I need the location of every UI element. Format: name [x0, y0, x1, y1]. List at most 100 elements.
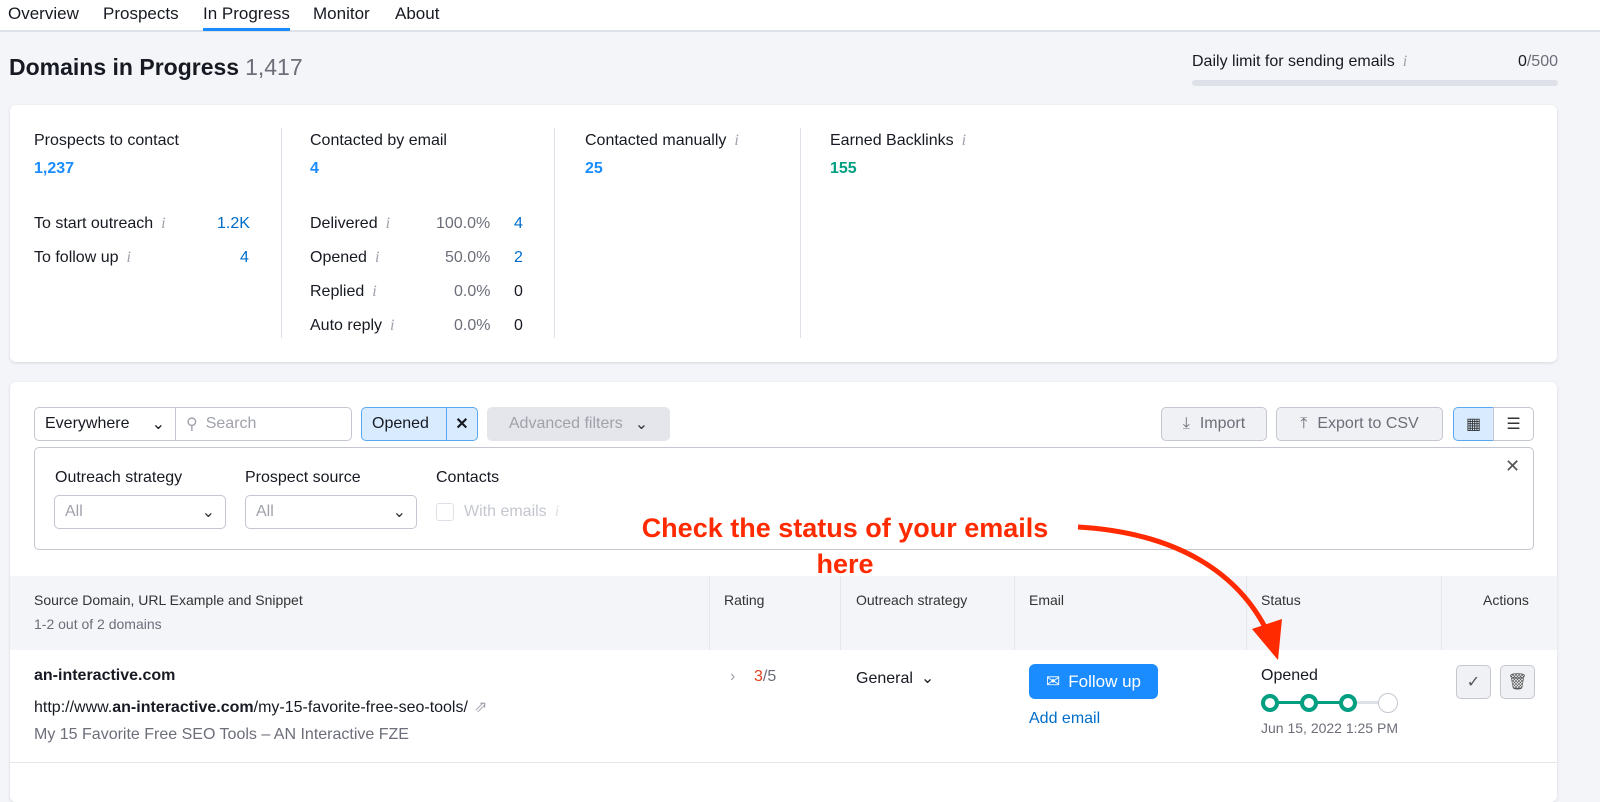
status-step-pending [1378, 693, 1398, 713]
info-icon[interactable]: i [127, 249, 131, 266]
tab-in-progress[interactable]: In Progress [203, 4, 290, 31]
mark-done-icon[interactable]: ✓ [1456, 665, 1491, 699]
follow-up-value[interactable]: 4 [240, 249, 249, 267]
auto-reply-value: 0 [514, 317, 523, 334]
delivered-value[interactable]: 4 [514, 215, 523, 233]
source-filter-value: All [256, 503, 274, 520]
with-emails-checkbox[interactable]: With emails i [436, 503, 559, 521]
external-link-icon[interactable]: ⇗ [474, 699, 487, 716]
delivered-label: Delivered [310, 215, 378, 232]
start-outreach-label: To start outreach [34, 215, 154, 232]
trash-icon[interactable]: 🗑 [1500, 665, 1535, 699]
daily-limit: Daily limit for sending emails i 0/500 [1192, 53, 1558, 86]
advanced-label: Advanced filters [508, 415, 623, 432]
auto-reply-pct: 0.0% [454, 317, 491, 334]
manual-label: Contacted manually [585, 132, 727, 149]
backlinks-label: Earned Backlinks [830, 132, 954, 149]
prospects-value[interactable]: 1,237 [34, 160, 74, 178]
limit-total: /500 [1526, 53, 1558, 70]
annotation-line-1: Check the status of your emails [641, 513, 1049, 543]
opened-value[interactable]: 2 [514, 249, 523, 267]
row-domain[interactable]: an-interactive.com [34, 667, 175, 685]
domain-count: 1,417 [245, 54, 303, 80]
info-icon[interactable]: i [375, 249, 379, 266]
info-icon[interactable]: i [962, 132, 966, 149]
email-value[interactable]: 4 [310, 160, 319, 178]
limit-progress-bar [1192, 80, 1558, 86]
upload-icon: ⤒ [1300, 415, 1308, 432]
delivered-pct: 100.0% [436, 215, 491, 232]
tab-prospects[interactable]: Prospects [103, 4, 179, 24]
col-source[interactable]: Source Domain, URL Example and Snippet [34, 592, 303, 608]
opened-filter-chip[interactable]: Opened [361, 407, 447, 441]
status-date: Jun 15, 2022 1:25 PM [1261, 720, 1398, 736]
close-filters-icon[interactable]: ✕ [1505, 456, 1520, 477]
checkbox-icon [436, 503, 454, 521]
search-placeholder: Search [205, 415, 257, 432]
source-filter-label: Prospect source [245, 469, 361, 486]
follow-up-label: To follow up [34, 249, 119, 266]
backlinks-value[interactable]: 155 [830, 160, 857, 178]
search-icon: ⚲ [186, 416, 198, 433]
annotation-text: Check the status of your emails here [615, 510, 1075, 582]
source-filter-select[interactable]: All ⌄ [245, 495, 417, 529]
annotation-arrow [1077, 524, 1282, 660]
page-title: Domains in Progress 1,417 [9, 54, 303, 81]
annotation-line-2: here [816, 549, 874, 579]
opened-label: Opened [310, 249, 367, 266]
info-icon[interactable]: i [1403, 53, 1407, 70]
tab-about[interactable]: About [395, 4, 439, 24]
follow-up-label: Follow up [1068, 671, 1141, 691]
rating-value: 3 [754, 668, 763, 685]
contacts-filter-label: Contacts [436, 469, 500, 486]
info-icon[interactable]: i [390, 317, 394, 334]
divider [554, 128, 555, 338]
info-icon[interactable]: i [386, 215, 390, 232]
info-icon: i [554, 503, 560, 520]
info-icon[interactable]: i [734, 132, 738, 149]
list-view-icon[interactable]: ☰ [1493, 407, 1534, 441]
col-rating[interactable]: Rating [724, 592, 764, 608]
search-input[interactable]: ⚲ Search [175, 407, 352, 441]
status-step-done [1261, 694, 1279, 712]
table-view-icon[interactable]: ▦ [1453, 407, 1494, 441]
remove-filter-icon[interactable]: ✕ [446, 407, 478, 441]
chevron-right-icon[interactable]: › [730, 668, 735, 686]
info-icon[interactable]: i [372, 283, 376, 300]
row-strategy-select[interactable]: General ⌄ [856, 668, 934, 688]
divider [800, 128, 801, 338]
download-icon: ⤓ [1182, 415, 1190, 432]
row-url[interactable]: http://www.an-interactive.com/my-15-favo… [34, 697, 487, 717]
url-path: /my-15-favorite-free-seo-tools/ [253, 699, 468, 716]
add-email-link[interactable]: Add email [1029, 710, 1100, 728]
mail-icon: ✉ [1045, 671, 1061, 691]
row-rating: 3/5 [754, 668, 776, 686]
strategy-filter-select[interactable]: All ⌄ [54, 495, 226, 529]
status-step-done [1300, 694, 1318, 712]
rating-max: /5 [762, 668, 777, 685]
col-strategy[interactable]: Outreach strategy [856, 592, 967, 608]
scope-select[interactable]: Everywhere ⌄ [34, 407, 176, 441]
export-label: Export to CSV [1317, 415, 1419, 432]
chevron-down-icon: ⌄ [920, 670, 935, 687]
nav-tabs: Overview Prospects In Progress Monitor A… [0, 0, 1600, 32]
strategy-value: General [856, 670, 913, 687]
prospects-label: Prospects to contact [34, 132, 179, 149]
tab-monitor[interactable]: Monitor [313, 4, 370, 24]
follow-up-button[interactable]: ✉ Follow up [1029, 664, 1158, 699]
col-email[interactable]: Email [1029, 592, 1064, 608]
start-outreach-value[interactable]: 1.2K [217, 215, 250, 233]
export-csv-button[interactable]: ⤒ Export to CSV [1276, 407, 1443, 441]
filter-chip-label: Opened [372, 415, 429, 432]
domains-count: 1-2 out of 2 domains [34, 616, 162, 632]
replied-value: 0 [514, 283, 523, 300]
row-divider [10, 762, 1557, 763]
info-icon[interactable]: i [161, 215, 165, 232]
advanced-filters-button[interactable]: Advanced filters ⌄ [487, 407, 670, 441]
row-status: Opened [1261, 667, 1318, 684]
import-button[interactable]: ⤓ Import [1161, 407, 1267, 441]
manual-value[interactable]: 25 [585, 160, 603, 178]
tab-overview[interactable]: Overview [8, 4, 79, 24]
table-header [10, 576, 1557, 650]
email-label: Contacted by email [310, 132, 447, 149]
